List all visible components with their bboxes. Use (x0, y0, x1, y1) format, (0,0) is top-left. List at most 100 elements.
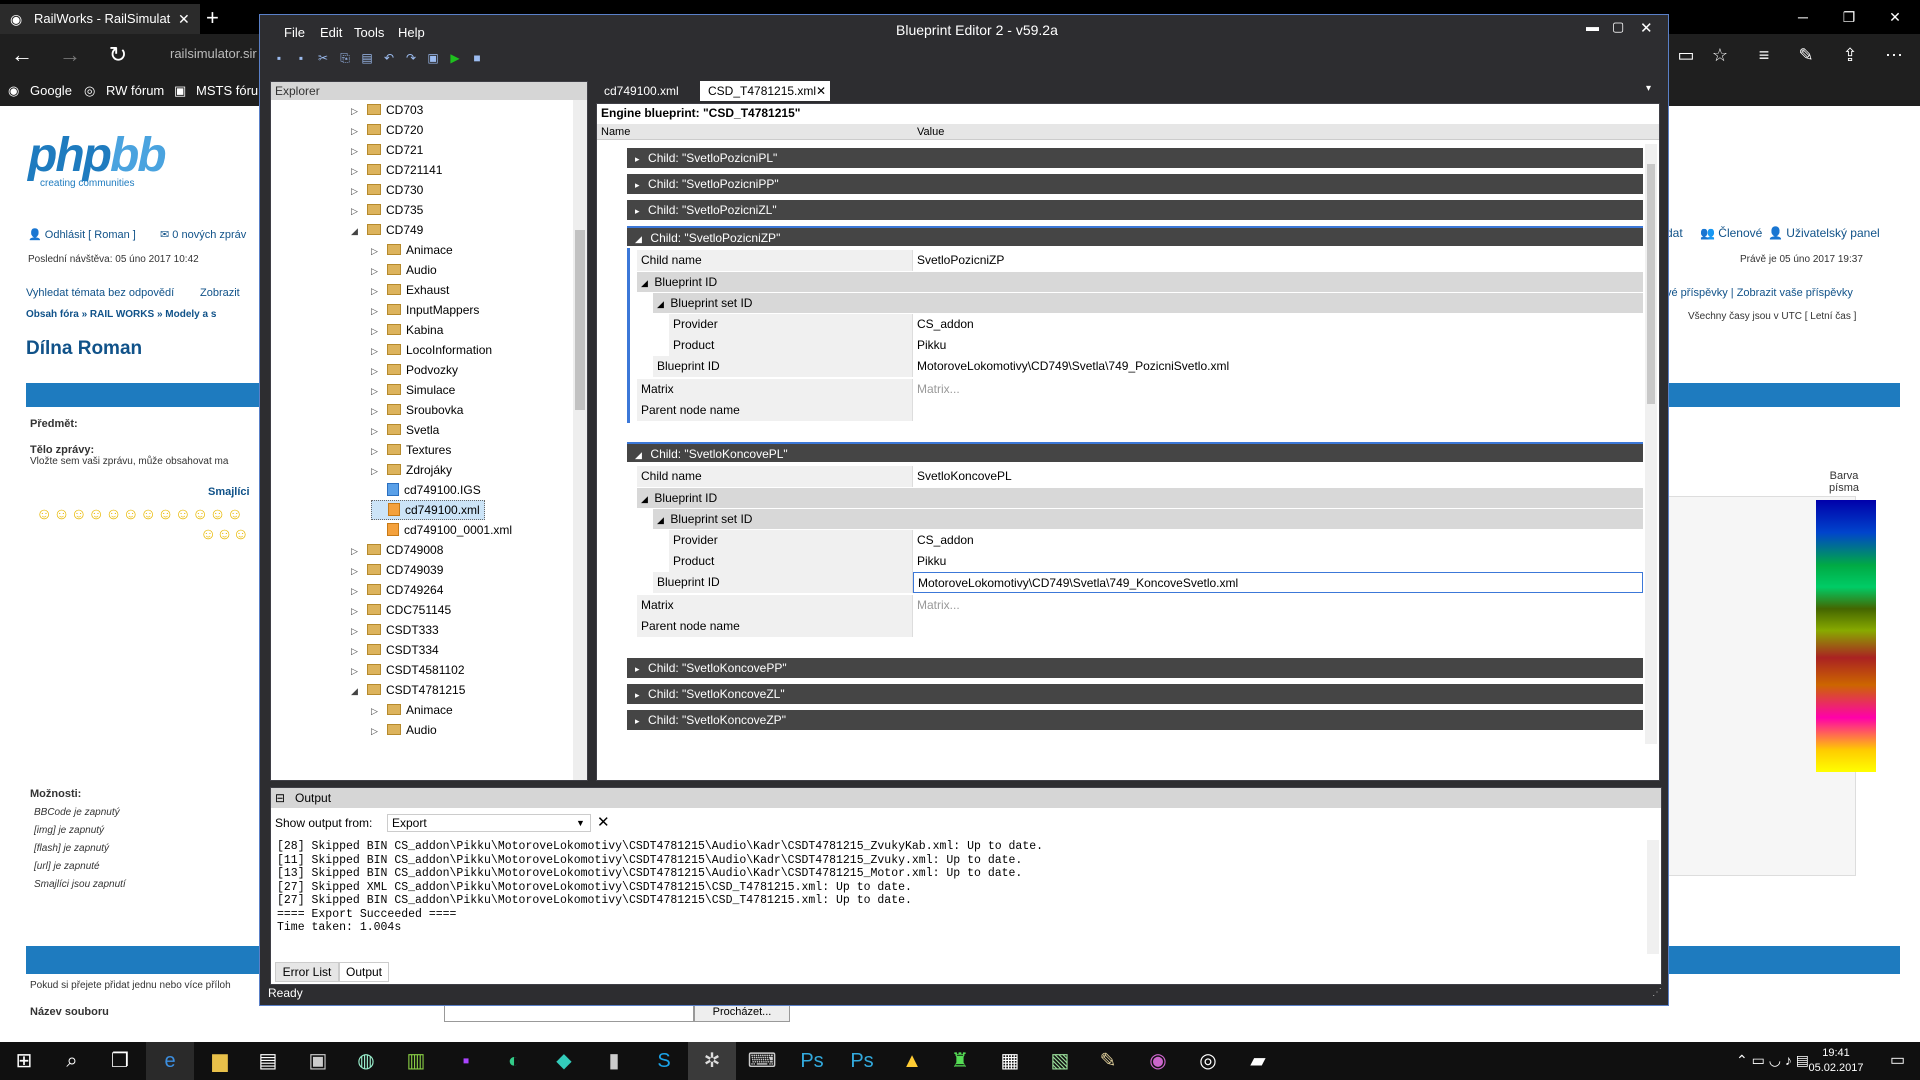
photoshop-icon[interactable]: Ps (788, 1042, 836, 1080)
app-icon[interactable]: ▣ (294, 1042, 342, 1080)
menu-edit[interactable]: Edit (320, 25, 342, 40)
web-note-icon[interactable]: ✎ (1786, 38, 1826, 72)
tree-item[interactable]: ▷ LocoInformation (371, 340, 492, 360)
app-icon-10[interactable]: ▰ (1234, 1042, 1282, 1080)
app-icon-7[interactable]: ✎ (1084, 1042, 1132, 1080)
property-value[interactable]: MotoroveLokomotivy\CD749\Svetla\749_Pozi… (913, 356, 1643, 377)
file-explorer-icon[interactable]: ▆ (196, 1042, 244, 1080)
stop-icon[interactable]: ■ (468, 49, 486, 67)
new-messages-link[interactable]: ✉ 0 nových zpráv (160, 228, 246, 241)
collapsed-arrow-icon[interactable]: ▷ (371, 721, 381, 741)
tab-error-list[interactable]: Error List (275, 962, 339, 982)
output-scrollbar[interactable] (1647, 840, 1659, 954)
collapsed-arrow-icon[interactable]: ▷ (351, 621, 361, 641)
app-icon-4[interactable]: ▮ (590, 1042, 638, 1080)
property-value[interactable]: Matrix... (913, 595, 1643, 616)
child-node-header[interactable]: ◢ Child: "SvetloPozicniZP" (627, 226, 1643, 246)
child-node-header[interactable]: ▸ Child: "SvetloKoncovePP" (627, 658, 1643, 678)
more-icon[interactable]: ⋯ (1874, 38, 1914, 72)
collapsed-arrow-icon[interactable]: ▷ (371, 321, 381, 341)
tree-item[interactable]: ▷ CDC751145 (351, 600, 451, 620)
property-group[interactable]: ◢ Blueprint ID (637, 488, 1643, 508)
tree-item[interactable]: ▷ Kabina (371, 320, 443, 340)
property-value[interactable]: CS_addon (913, 314, 1643, 335)
photoshop-icon-2[interactable]: Ps (838, 1042, 886, 1080)
smilies-row-2[interactable]: ☺☺☺ (200, 526, 249, 544)
collapsed-arrow-icon[interactable]: ▷ (351, 581, 361, 601)
property-value[interactable]: Pikku (913, 551, 1643, 572)
copy-icon[interactable]: ⎘ (336, 49, 354, 67)
favorite-star-icon[interactable]: ☆ (1700, 38, 1740, 72)
export-icon[interactable]: ▣ (424, 49, 442, 67)
property-group[interactable]: ◢ Blueprint set ID (653, 293, 1643, 313)
tree-item[interactable]: ▷ Audio (371, 260, 437, 280)
smilies-row[interactable]: ☺☺☺☺☺☺☺☺☺☺☺☺ (36, 506, 244, 524)
collapsed-arrow-icon[interactable]: ▷ (351, 541, 361, 561)
breadcrumb[interactable]: Obsah fóra » RAIL WORKS » Modely a s (26, 309, 216, 320)
collapse-output-icon[interactable]: ⊟ (275, 788, 285, 808)
save-icon[interactable]: ▪ (270, 49, 288, 67)
tree-item[interactable]: ▷ Audio (371, 720, 437, 740)
tree-item[interactable]: ▷ Podvozky (371, 360, 458, 380)
collapsed-arrow-icon[interactable]: ▸ (635, 180, 642, 190)
tree-item[interactable]: ▷ Sroubovka (371, 400, 463, 420)
collapsed-arrow-icon[interactable]: ▷ (371, 701, 381, 721)
explorer-scroll-thumb[interactable] (575, 230, 585, 410)
property-value[interactable] (913, 400, 1643, 421)
app-icon-2[interactable]: ◐ (490, 1042, 538, 1080)
app-icon-5[interactable]: ▲ (888, 1042, 936, 1080)
tree-item[interactable]: ◢ CD749 (351, 220, 423, 240)
tree-item[interactable]: ▷ CSDT4581102 (351, 660, 465, 680)
child-node-header[interactable]: ◢ Child: "SvetloKoncovePL" (627, 442, 1643, 462)
tree-item[interactable]: cd749100_0001.xml (371, 520, 512, 540)
property-value[interactable]: MotoroveLokomotivy\CD749\Svetla\749_Konc… (913, 572, 1643, 593)
collapsed-arrow-icon[interactable]: ▷ (371, 241, 381, 261)
clear-output-icon[interactable]: ✕ (597, 813, 610, 831)
collapsed-arrow-icon[interactable]: ▸ (635, 716, 642, 726)
color-palette[interactable] (1816, 500, 1876, 772)
tab-output[interactable]: Output (339, 962, 389, 982)
tree-item[interactable]: ▷ InputMappers (371, 300, 479, 320)
collapsed-arrow-icon[interactable]: ▷ (371, 361, 381, 381)
hub-icon[interactable]: ≡ (1744, 38, 1784, 72)
collapsed-arrow-icon[interactable]: ▷ (351, 601, 361, 621)
collapsed-arrow-icon[interactable]: ▷ (351, 201, 361, 221)
expanded-arrow-icon[interactable]: ◢ (635, 450, 644, 460)
tree-item[interactable]: ▷ CD721 (351, 140, 423, 160)
collapsed-arrow-icon[interactable]: ▷ (371, 381, 381, 401)
collapsed-arrow-icon[interactable]: ▸ (635, 154, 642, 164)
collapsed-arrow-icon[interactable]: ▷ (351, 641, 361, 661)
notepad-icon[interactable]: ▥ (392, 1042, 440, 1080)
collapsed-arrow-icon[interactable]: ▷ (351, 141, 361, 161)
tree-item[interactable]: ▷ Animace (371, 240, 453, 260)
grid-scrollbar[interactable] (1645, 144, 1657, 744)
cut-icon[interactable]: ✂ (314, 49, 332, 67)
search-icon[interactable]: ⌕ (48, 1042, 96, 1080)
tree-item[interactable]: ▷ CD730 (351, 180, 423, 200)
redo-icon[interactable]: ↷ (402, 49, 420, 67)
floppy-icon[interactable]: ▪ (442, 1042, 490, 1080)
collapsed-arrow-icon[interactable]: ▷ (371, 461, 381, 481)
tree-item[interactable]: cd749100.xml (371, 500, 485, 520)
run-icon[interactable]: ▶ (446, 49, 464, 67)
tray-icons[interactable]: ⌃ ▭ ◡ ♪ ▤ (1736, 1052, 1809, 1069)
tree-item[interactable]: ▷ Animace (371, 700, 453, 720)
grid-scroll-thumb[interactable] (1647, 164, 1655, 404)
unanswered-link[interactable]: Vyhledat témata bez odpovědí (26, 287, 174, 299)
store-icon[interactable]: ▤ (244, 1042, 292, 1080)
tree-item[interactable]: ▷ Simulace (371, 380, 455, 400)
property-value[interactable]: Matrix... (913, 379, 1643, 400)
clock[interactable]: 19:41 05.02.2017 (1806, 1046, 1866, 1076)
menu-tools[interactable]: Tools (354, 25, 384, 40)
collapsed-arrow-icon[interactable]: ▷ (371, 421, 381, 441)
tree-item[interactable]: ▷ Exhaust (371, 280, 449, 300)
paste-icon[interactable]: ▤ (358, 49, 376, 67)
collapsed-arrow-icon[interactable]: ▷ (371, 261, 381, 281)
user-panel-link[interactable]: 👤 Uživatelský panel (1768, 226, 1880, 240)
edge-icon[interactable]: e (146, 1042, 194, 1080)
close-tab-icon[interactable]: ✕ (816, 81, 826, 101)
show-link[interactable]: Zobrazit (200, 287, 240, 299)
new-tab-icon[interactable]: + (206, 4, 219, 32)
app-icon-8[interactable]: ◉ (1134, 1042, 1182, 1080)
back-icon[interactable]: ← (2, 38, 42, 72)
